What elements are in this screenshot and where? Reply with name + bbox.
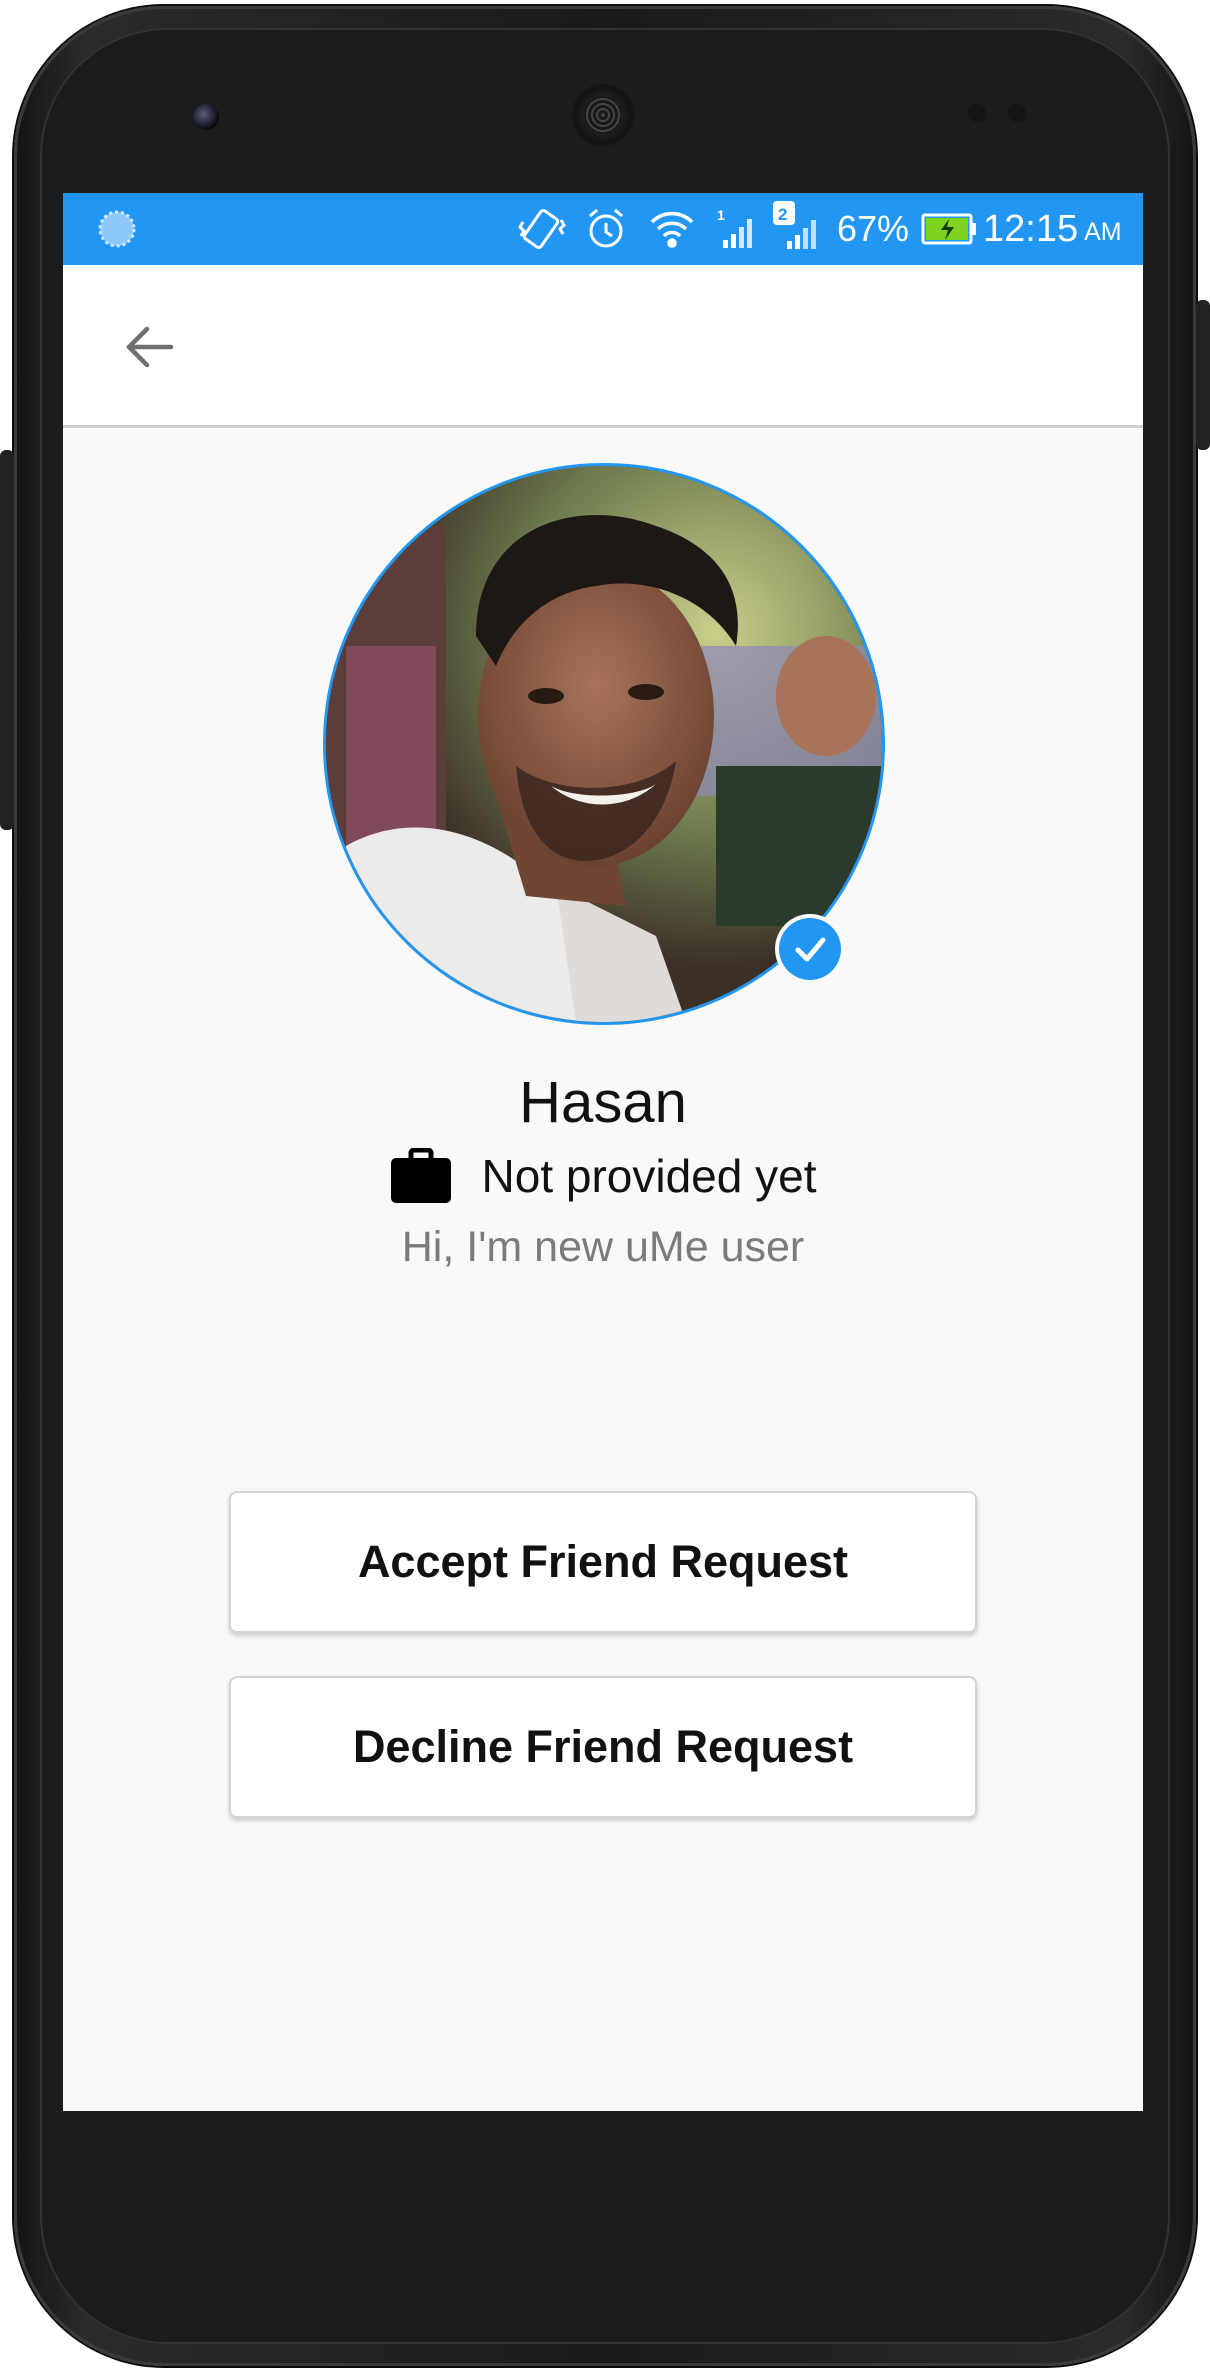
alarm-icon (581, 193, 631, 265)
light-sensor (1008, 104, 1026, 122)
briefcase-icon (390, 1148, 451, 1203)
signal-sim1-icon: 1 (711, 193, 763, 265)
wifi-icon (645, 193, 699, 265)
verified-badge (779, 918, 841, 980)
decline-friend-request-button[interactable]: Decline Friend Request (229, 1676, 977, 1818)
profile-name: Hasan (519, 1070, 687, 1135)
volume-button (0, 450, 14, 830)
earpiece-speaker (572, 84, 634, 146)
svg-text:2: 2 (778, 205, 787, 224)
front-camera (193, 104, 219, 130)
vibrate-icon (515, 193, 569, 265)
loading-indicator-icon (95, 193, 139, 265)
bio-text: Hi, I'm new uMe user (401, 1223, 805, 1271)
clock: 12:15 AM (983, 207, 1122, 250)
battery-percent: 67% (836, 208, 910, 249)
profile-avatar-container (323, 463, 885, 1025)
job-text: Not provided yet (481, 1150, 817, 1202)
proximity-sensor (968, 104, 986, 122)
accept-friend-request-button[interactable]: Accept Friend Request (229, 1491, 977, 1633)
back-button[interactable] (113, 311, 185, 383)
screen: 1 2 67% 12:15 AM Hasan Not provided yet … (63, 193, 1143, 2111)
check-circle-icon (795, 937, 826, 962)
status-bar: 1 2 67% 12:15 AM (63, 193, 1143, 265)
signal-sim2-icon: 2 (769, 193, 829, 265)
job-row: Not provided yet (63, 1148, 1143, 1204)
svg-text:1: 1 (717, 207, 725, 223)
arrow-back-icon (126, 326, 174, 368)
power-button (1196, 300, 1210, 450)
app-bar (63, 265, 1143, 428)
battery-charging-icon (919, 193, 981, 265)
